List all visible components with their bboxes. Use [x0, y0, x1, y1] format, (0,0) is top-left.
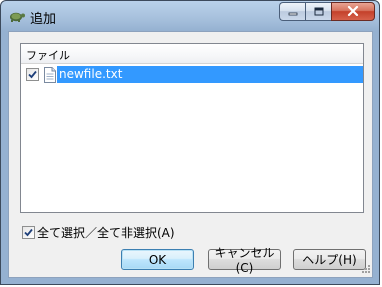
- text-file-icon: [44, 67, 56, 83]
- file-list-header: ファイル: [21, 44, 363, 64]
- row-checkbox[interactable]: [26, 68, 39, 81]
- maximize-button[interactable]: [305, 2, 331, 21]
- column-header-file[interactable]: ファイル: [26, 47, 70, 63]
- file-list-row[interactable]: newfile.txt: [22, 66, 363, 83]
- add-dialog-window: 追加 ファイル newfile.txt 全て選択／全て非選択(A) OK キャン…: [0, 0, 380, 285]
- select-all-toggle[interactable]: 全て選択／全て非選択(A): [22, 224, 175, 240]
- cancel-button[interactable]: キャンセル(C): [208, 246, 281, 275]
- file-list[interactable]: ファイル newfile.txt: [20, 43, 364, 213]
- ok-button[interactable]: OK: [121, 249, 194, 270]
- select-all-checkbox[interactable]: [22, 225, 35, 239]
- help-button[interactable]: ヘルプ(H): [293, 249, 366, 270]
- resize-grip-icon[interactable]: [359, 264, 371, 276]
- select-all-label[interactable]: 全て選択／全て非選択(A): [37, 224, 175, 241]
- close-button[interactable]: [331, 2, 375, 21]
- minimize-icon: [288, 5, 298, 19]
- maximize-icon: [314, 5, 324, 19]
- title-bar[interactable]: 追加: [1, 1, 379, 31]
- close-icon: [347, 5, 359, 19]
- caption-buttons: [279, 2, 375, 21]
- dialog-client-area: ファイル newfile.txt 全て選択／全て非選択(A) OK キャンセル(…: [8, 31, 373, 278]
- window-title: 追加: [30, 12, 57, 27]
- row-selection-highlight: newfile.txt: [57, 66, 363, 83]
- file-name: newfile.txt: [59, 67, 123, 81]
- minimize-button[interactable]: [279, 2, 305, 21]
- turtle-app-icon: [8, 9, 26, 23]
